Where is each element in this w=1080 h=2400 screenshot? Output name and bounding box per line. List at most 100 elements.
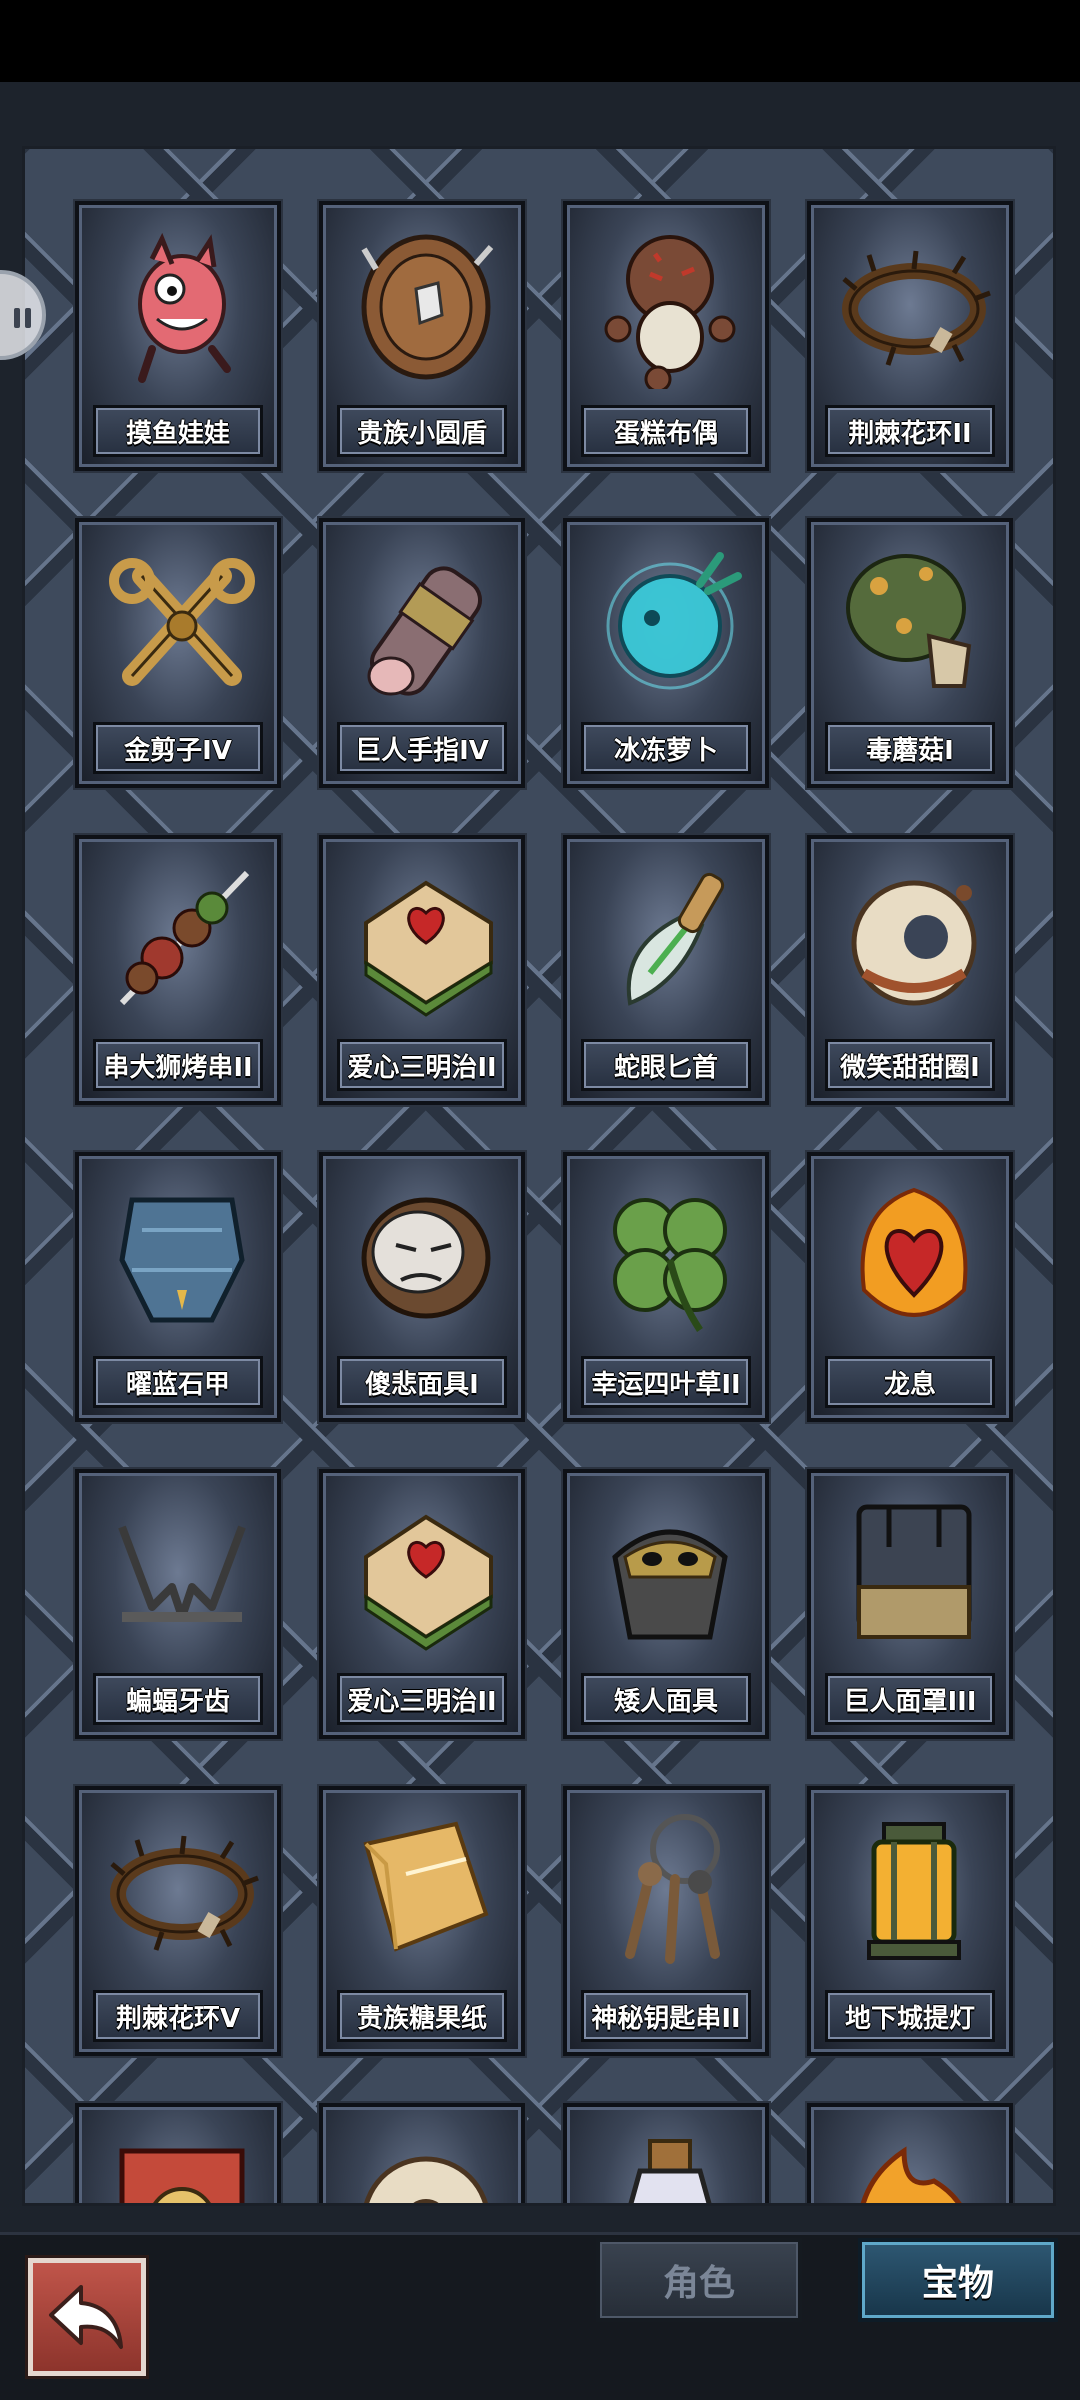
key-ring-icon xyxy=(625,1814,720,1964)
wooden-round-shield-icon xyxy=(361,234,494,380)
thorn-wreath-icon xyxy=(110,1835,259,1951)
item-name: 龙息 xyxy=(883,1369,936,1400)
item-name-plate: 冰冻萝卜 xyxy=(581,722,751,774)
item-slot[interactable]: 荆棘花环II xyxy=(807,201,1013,471)
item-name-plate: 荆棘花环II xyxy=(825,405,995,457)
item-name-plate: 巨人手指IV xyxy=(337,722,507,774)
poison-mushroom-icon xyxy=(846,554,972,688)
potion-bottle-icon xyxy=(628,2139,712,2203)
item-name-plate: 爱心三明治II xyxy=(337,1673,507,1725)
item-slot[interactable]: 金剪子IV xyxy=(75,518,281,788)
tab-treasure[interactable]: 宝物 xyxy=(858,2238,1058,2322)
item-name: 毒蘑菇I xyxy=(866,735,954,766)
heart-sandwich-icon xyxy=(364,1514,493,1651)
item-slot[interactable]: 蝙蝠牙齿 xyxy=(75,1469,281,1739)
item-slot[interactable]: 荆棘花环V xyxy=(75,1786,281,2056)
dwarf-mask-icon xyxy=(612,1529,728,1640)
treasure-board[interactable]: 摸鱼娃娃 贵族小圆盾 蛋糕布偶 荆棘花环II 金剪子IV 巨人手指IV 冰冻萝卜 毒蘑菇I 串大… xyxy=(22,146,1056,2206)
item-slot[interactable]: 爱心三明治II xyxy=(319,1469,525,1739)
item-slot[interactable]: 微笑甜甜圈I xyxy=(807,835,1013,1105)
item-name-plate: 地下城提灯 xyxy=(825,1990,995,2042)
item-name: 蛇眼匕首 xyxy=(613,1052,718,1083)
item-slot[interactable] xyxy=(563,2103,769,2203)
item-name-plate: 幸运四叶草II xyxy=(581,1356,751,1408)
item-name: 爱心三明治II xyxy=(347,1052,497,1083)
heart-sandwich-icon xyxy=(364,880,493,1017)
tab-character[interactable]: 角色 xyxy=(596,2238,802,2322)
cake-voodoo-doll-icon xyxy=(604,235,736,389)
item-name: 曜蓝石甲 xyxy=(125,1369,230,1400)
item-name-plate: 微笑甜甜圈I xyxy=(825,1039,995,1091)
giant-face-guard-icon xyxy=(856,1504,972,1639)
item-name-plate: 蛋糕布偶 xyxy=(581,405,751,457)
item-name-plate: 摸鱼娃娃 xyxy=(93,405,263,457)
item-name-plate: 巨人面罩III xyxy=(825,1673,995,1725)
item-name: 荆棘花环V xyxy=(115,2003,241,2034)
item-name: 串大狮烤串II xyxy=(103,1052,253,1083)
item-name-plate: 矮人面具 xyxy=(581,1673,751,1725)
item-name-plate: 爱心三明治II xyxy=(337,1039,507,1091)
donut-icon xyxy=(364,2156,488,2203)
item-slot[interactable]: 傻悲面具I xyxy=(319,1152,525,1422)
green-dagger-icon xyxy=(626,872,725,1006)
sad-mask-icon xyxy=(361,1197,491,1319)
item-name-plate: 傻悲面具I xyxy=(337,1356,507,1408)
item-name-plate: 曜蓝石甲 xyxy=(93,1356,263,1408)
item-name-plate: 龙息 xyxy=(825,1356,995,1408)
item-slot[interactable]: 冰冻萝卜 xyxy=(563,518,769,788)
item-slot[interactable]: 贵族糖果纸 xyxy=(319,1786,525,2056)
item-name: 贵族糖果纸 xyxy=(356,2003,487,2034)
item-name: 地下城提灯 xyxy=(844,2003,975,2034)
back-arrow-icon xyxy=(49,2285,123,2349)
candy-wrapper-icon xyxy=(363,1821,489,1952)
pink-fish-doll-icon xyxy=(138,232,231,383)
item-slot[interactable]: 矮人面具 xyxy=(563,1469,769,1739)
item-name: 贵族小圆盾 xyxy=(356,418,487,449)
item-slot[interactable] xyxy=(807,2103,1013,2203)
item-slot[interactable]: 爱心三明治II xyxy=(319,835,525,1105)
item-slot[interactable]: 曜蓝石甲 xyxy=(75,1152,281,1422)
item-name: 蛋糕布偶 xyxy=(613,418,718,449)
item-slot[interactable]: 蛇眼匕首 xyxy=(563,835,769,1105)
item-slot[interactable]: 龙息 xyxy=(807,1152,1013,1422)
item-name: 蝙蝠牙齿 xyxy=(125,1686,230,1717)
item-name: 爱心三明治II xyxy=(347,1686,497,1717)
item-slot[interactable] xyxy=(319,2103,525,2203)
golden-scissors-icon xyxy=(109,558,255,686)
item-slot[interactable]: 贵族小圆盾 xyxy=(319,201,525,471)
item-slot[interactable]: 幸运四叶草II xyxy=(563,1152,769,1422)
item-slot[interactable]: 蛋糕布偶 xyxy=(563,201,769,471)
pause-icon xyxy=(14,308,32,328)
burning-heart-icon xyxy=(860,1187,968,1317)
item-name: 冰冻萝卜 xyxy=(613,735,718,766)
treasure-card-icon xyxy=(119,2148,245,2203)
item-slot[interactable]: 巨人手指IV xyxy=(319,518,525,788)
meat-skewer-icon xyxy=(119,870,250,1006)
item-name-plate: 蝙蝠牙齿 xyxy=(93,1673,263,1725)
item-name-plate: 蛇眼匕首 xyxy=(581,1039,751,1091)
item-name: 金剪子IV xyxy=(124,735,232,766)
game-screen: 摸鱼娃娃 贵族小圆盾 蛋糕布偶 荆棘花环II 金剪子IV 巨人手指IV 冰冻萝卜 毒蘑菇I 串大… xyxy=(0,0,1080,2400)
item-name: 摸鱼娃娃 xyxy=(125,418,230,449)
thorn-wreath-icon xyxy=(842,250,991,366)
four-leaf-clover-icon xyxy=(613,1198,727,1332)
fire-spirit-icon xyxy=(860,2146,962,2203)
item-name-plate: 贵族小圆盾 xyxy=(337,405,507,457)
item-name: 巨人手指IV xyxy=(355,735,489,766)
item-slot[interactable] xyxy=(75,2103,281,2203)
item-name: 神秘钥匙串II xyxy=(591,2003,741,2034)
item-name-plate: 贵族糖果纸 xyxy=(337,1990,507,2042)
item-slot[interactable]: 地下城提灯 xyxy=(807,1786,1013,2056)
tab-treasure-label: 宝物 xyxy=(921,2263,994,2304)
item-name: 微笑甜甜圈I xyxy=(840,1052,980,1083)
item-name-plate: 荆棘花环V xyxy=(93,1990,263,2042)
item-name-plate: 串大狮烤串II xyxy=(93,1039,263,1091)
item-slot[interactable]: 摸鱼娃娃 xyxy=(75,201,281,471)
item-slot[interactable]: 毒蘑菇I xyxy=(807,518,1013,788)
bat-teeth-icon xyxy=(118,1525,246,1622)
blue-stone-armor-icon xyxy=(119,1197,245,1323)
item-slot[interactable]: 巨人面罩III xyxy=(807,1469,1013,1739)
item-slot[interactable]: 神秘钥匙串II xyxy=(563,1786,769,2056)
item-slot[interactable]: 串大狮烤串II xyxy=(75,835,281,1105)
back-button[interactable] xyxy=(25,2255,149,2379)
